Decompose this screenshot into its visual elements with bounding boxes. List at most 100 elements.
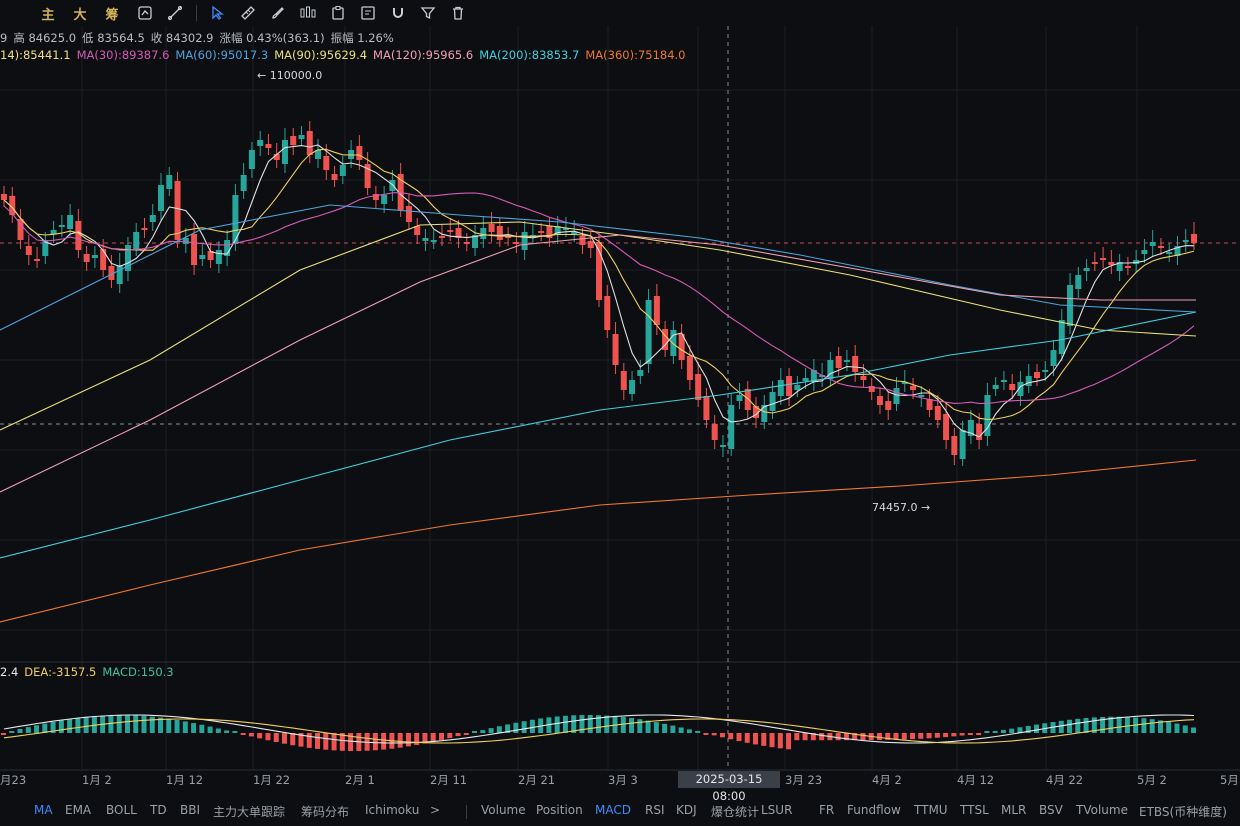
macd-bar: [1149, 719, 1155, 733]
tab-divider: [466, 805, 467, 819]
candle-body: [331, 174, 338, 180]
macd-bar: [761, 733, 767, 746]
indicator-tab[interactable]: Ichimoku: [365, 803, 419, 817]
macd-bar: [736, 733, 742, 742]
macd-bar: [1124, 716, 1130, 733]
indicator-tab[interactable]: MACD: [595, 803, 631, 817]
high-price-marker: ← 110000.0: [257, 69, 323, 82]
indicator-tab[interactable]: TD: [150, 803, 167, 817]
indicator-tab[interactable]: >: [430, 803, 440, 817]
line-tool-icon[interactable]: [160, 1, 190, 25]
indicator-tab[interactable]: 主力大单跟踪: [213, 803, 285, 820]
macd-bar: [876, 733, 882, 740]
indicator-tab[interactable]: ETBS(币种维度): [1139, 803, 1227, 820]
candle-body: [1091, 262, 1098, 264]
candle-body: [199, 255, 206, 259]
clipboard-icon[interactable]: [323, 1, 353, 25]
indicator-tab[interactable]: 筹码分布: [301, 803, 349, 820]
macd-bar: [1067, 719, 1073, 733]
crosshair-time-label: 2025-03-15 08:00: [678, 771, 780, 803]
note-icon[interactable]: [353, 1, 383, 25]
indicator-tab[interactable]: TVolume: [1076, 803, 1128, 817]
macd-bar: [604, 715, 610, 733]
ma-legend-item-0: 14):85441.1: [0, 48, 71, 62]
macd-bar: [463, 733, 469, 735]
indicator-tab[interactable]: MA: [34, 803, 53, 817]
candle-body: [992, 385, 999, 389]
candle-body: [951, 436, 958, 455]
indicator-tab[interactable]: BBI: [180, 803, 200, 817]
candle-body: [67, 215, 74, 229]
large-order-button[interactable]: 大: [66, 1, 94, 25]
candle-body: [1100, 258, 1107, 260]
candle-body: [1058, 320, 1065, 354]
indicator-tab[interactable]: TTMU: [914, 803, 948, 817]
cursor-icon[interactable]: [203, 1, 233, 25]
candle-body: [166, 175, 173, 189]
candle-body: [860, 376, 867, 380]
macd-bar: [381, 733, 387, 750]
macd-bar: [405, 733, 411, 747]
indicator-tab[interactable]: 爆仓统计: [711, 803, 759, 820]
indicator-tab[interactable]: Volume: [481, 803, 526, 817]
replay-icon[interactable]: [130, 1, 160, 25]
macd-bar: [315, 733, 321, 749]
candle-body: [521, 232, 528, 250]
candle-body: [248, 150, 255, 169]
time-axis-label: 1月 22: [253, 773, 291, 787]
candle-body: [1075, 275, 1082, 289]
macd-bar: [984, 731, 990, 733]
candle-body: [298, 135, 305, 139]
macd-bar: [1083, 718, 1089, 733]
trash-icon[interactable]: [443, 1, 473, 25]
candle-body: [281, 140, 288, 164]
macd-bar: [686, 729, 692, 733]
candle-body: [835, 356, 842, 368]
indicator-tab[interactable]: LSUR: [761, 803, 792, 817]
brush-icon[interactable]: [263, 1, 293, 25]
magnet-icon[interactable]: [383, 1, 413, 25]
ma-legend-item-2: MA(60):95017.3: [175, 48, 269, 62]
indicator-tab[interactable]: RSI: [645, 803, 665, 817]
ruler-icon[interactable]: [233, 1, 263, 25]
macd-bar: [34, 725, 40, 733]
indicator-tab[interactable]: Position: [536, 803, 583, 817]
filter-icon[interactable]: [413, 1, 443, 25]
macd-bar: [670, 725, 676, 733]
indicator-tab[interactable]: FR: [819, 803, 834, 817]
indicator-tab[interactable]: BOLL: [106, 803, 137, 817]
macd-bar: [959, 733, 965, 736]
candle-body: [290, 136, 297, 145]
candle-body: [1083, 268, 1090, 271]
candle-body: [1157, 246, 1164, 248]
candle-settings-icon[interactable]: [293, 1, 323, 25]
macd-legend-item-2: MACD:150.3: [102, 665, 174, 679]
indicator-tab[interactable]: MLR: [1001, 803, 1026, 817]
candle-body: [852, 356, 859, 372]
candle-body: [83, 254, 90, 262]
time-axis-label: 5月: [1220, 773, 1239, 787]
candle-body: [1124, 266, 1131, 268]
price-chart[interactable]: [0, 0, 1240, 800]
macd-bar: [133, 715, 139, 733]
candle-body: [149, 215, 156, 222]
main-indicator-button[interactable]: 主: [34, 1, 62, 25]
ohlc-close: 收 84302.9: [150, 31, 214, 45]
ohlc-high: 高 84625.0: [13, 31, 77, 45]
indicator-tab[interactable]: Fundflow: [847, 803, 901, 817]
macd-bar: [124, 715, 130, 733]
macd-bar: [620, 717, 626, 733]
time-axis-label: 3月 3: [608, 773, 638, 787]
indicator-tab[interactable]: KDJ: [676, 803, 697, 817]
ohlc-info: 9 高 84625.0 低 83564.5 收 84302.9 涨幅 0.43%(363…: [0, 30, 400, 46]
candle-body: [240, 175, 247, 191]
chip-distribution-button[interactable]: 筹: [98, 1, 126, 25]
indicator-tab[interactable]: BSV: [1039, 803, 1063, 817]
indicator-tab[interactable]: TTSL: [960, 803, 989, 817]
indicator-tab[interactable]: EMA: [65, 803, 91, 817]
candle-body: [653, 296, 660, 325]
candle-body: [191, 234, 198, 265]
macd-bar: [191, 723, 197, 733]
macd-bar: [141, 715, 147, 733]
macd-bar: [819, 733, 825, 741]
